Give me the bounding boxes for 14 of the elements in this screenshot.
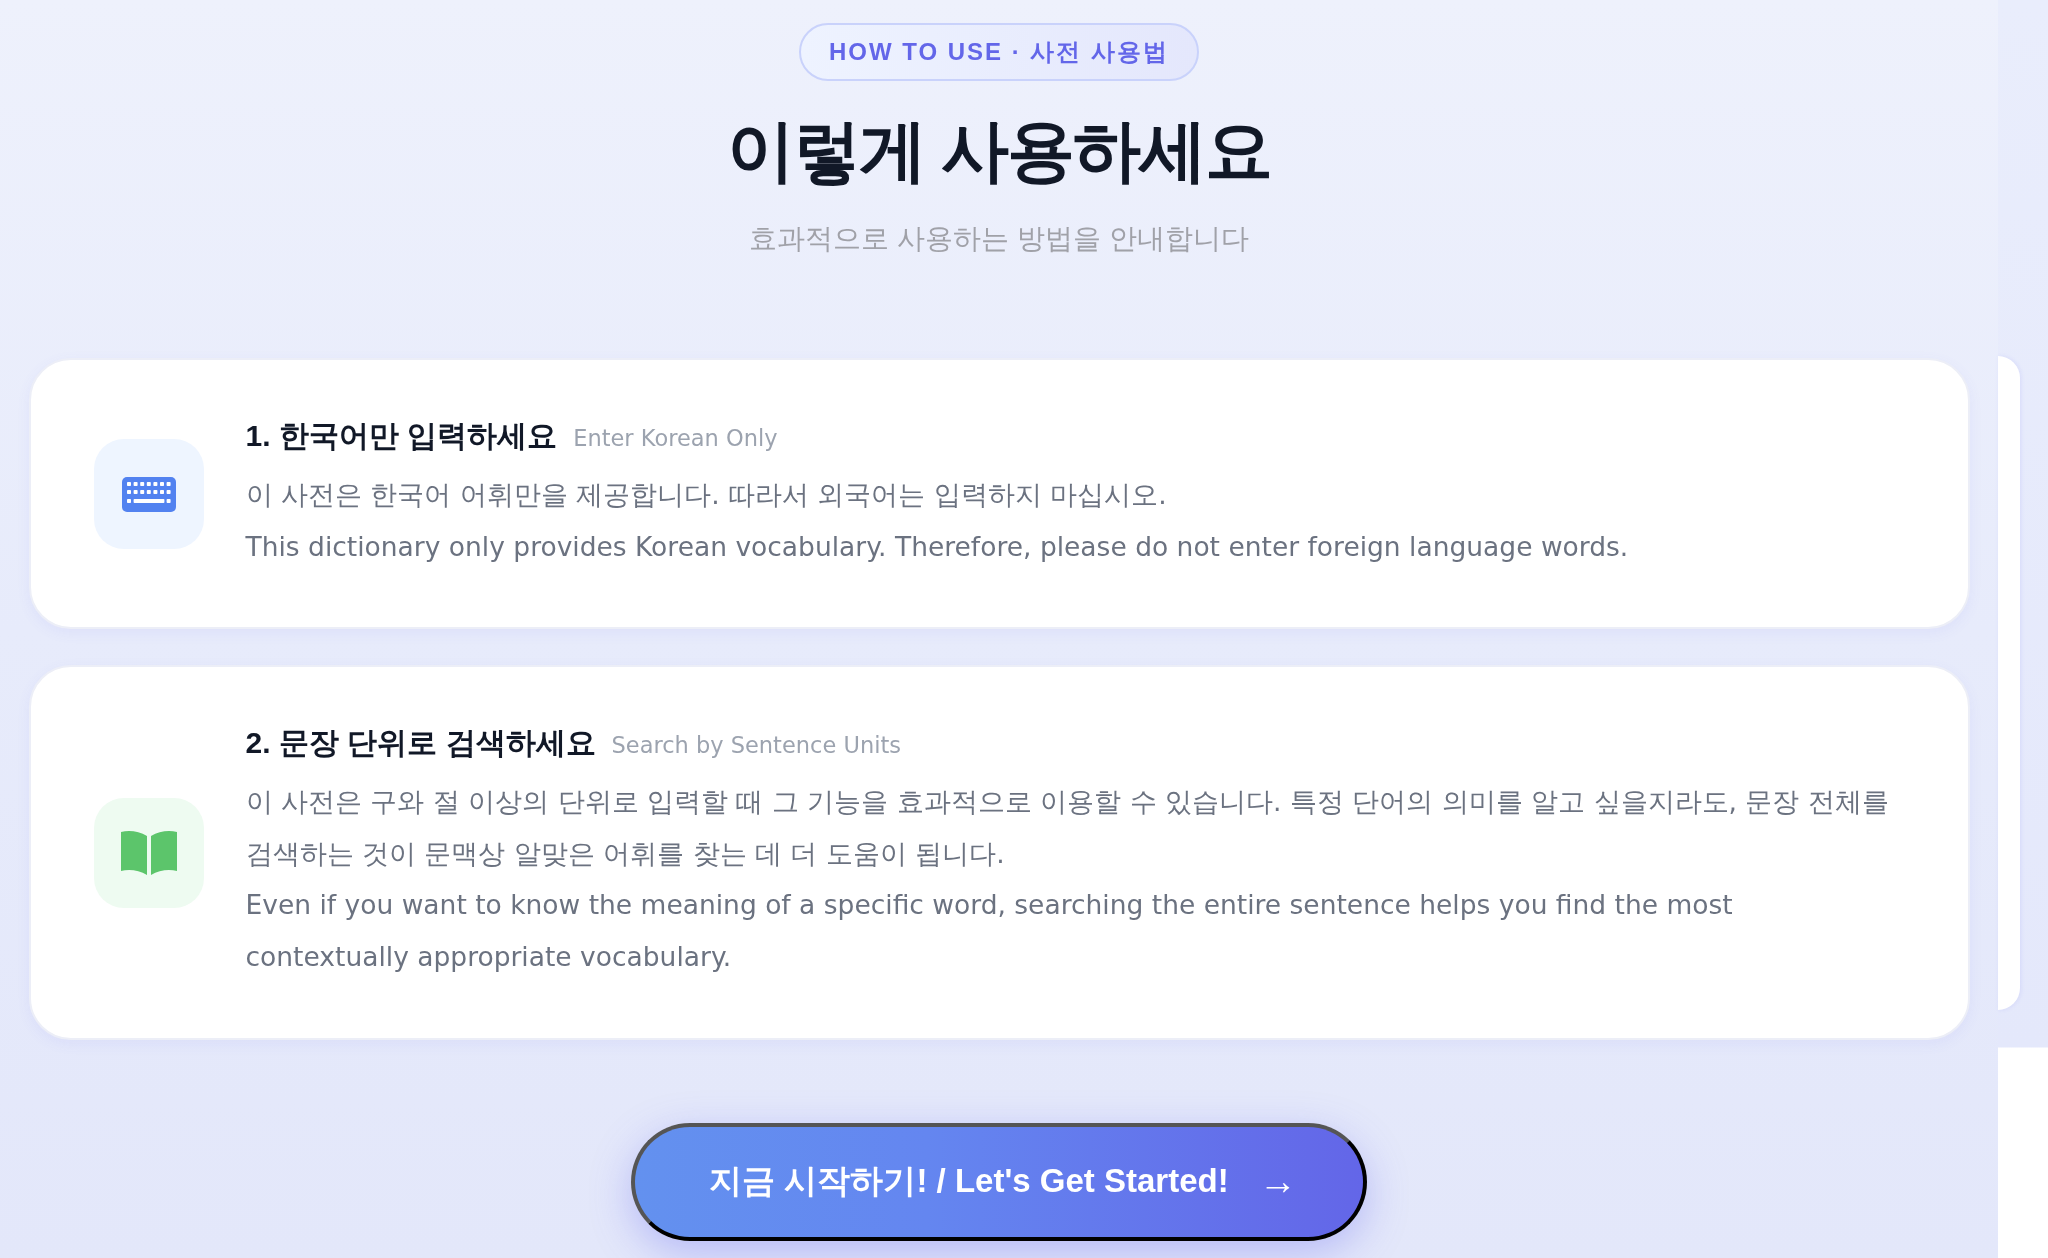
step-title: 2. 문장 단위로 검색하세요 [245, 725, 596, 762]
description-text: 이 사전은 구와 절 이상의 단위로 입력할 때 그 기능을 효과적으로 이용할 수 있습니다. 특정 단어의 의미를 알고 싶을지라도, 문장 전체를 검색하는 것이 문맥상 알맞은 어휘를 찾는 데 더 도움이 됩니다. [245, 785, 1890, 871]
description-text: Even if you want to know the meaning of a specific word, searching the entire sentence helps you find the most contextually appropriate vocabulary. [245, 888, 1734, 974]
section-badge: HOW TO USE · 사전 사용법 [798, 23, 1200, 81]
step-title: 1. 한국어만 입력하세요 [245, 418, 558, 454]
page-subtitle: 효과적으로 사용하는 방법을 안내합니다 [749, 222, 1249, 256]
step-subtitle: Enter Korean Only [573, 425, 778, 451]
page-title: 이렇게 사용하세요 [726, 111, 1272, 190]
get-started-button[interactable]: 지금 시작하기! / Let's Get Started! → [631, 1122, 1367, 1241]
step-subtitle: Search by Sentence Units [611, 732, 901, 759]
open-book-icon [93, 797, 204, 908]
description-text: 이 사전은 한국어 어휘만을 제공합니다. 따라서 외국어는 입력하지 마십시오. [245, 478, 1168, 512]
description-text: This dictionary only provides Korean vocabulary. Therefore, please do not enter foreign language words. [245, 529, 1630, 564]
keyboard-icon [93, 439, 204, 550]
